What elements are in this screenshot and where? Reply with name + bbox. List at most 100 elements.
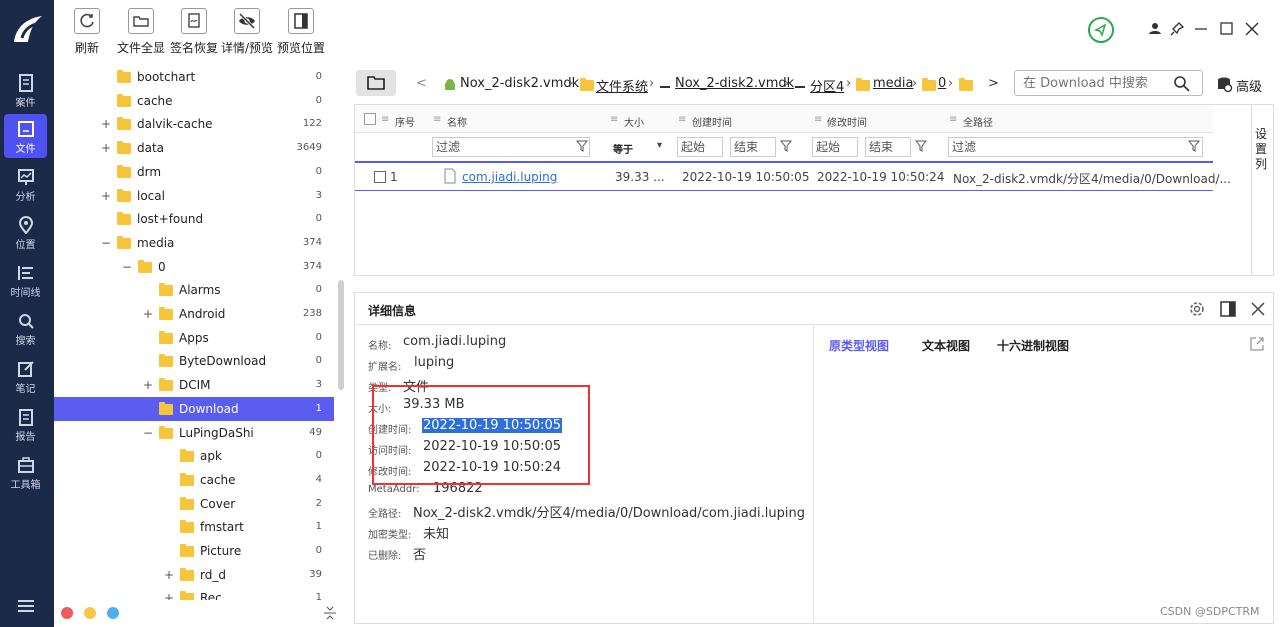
tree-item-picture[interactable]: Picture 0 [54, 539, 334, 563]
tree-item-drm[interactable]: drm 0 [54, 160, 334, 184]
tree-item-cache[interactable]: cache 0 [54, 89, 334, 113]
nav-case[interactable]: 案件 [4, 68, 47, 112]
tab-hex-view[interactable]: 十六进制视图 [997, 337, 1069, 354]
collapse-icon[interactable]: − [121, 255, 133, 279]
filter-icon[interactable] [915, 140, 927, 152]
col-name[interactable]: 名称 [447, 114, 467, 129]
select-all-checkbox[interactable] [364, 113, 376, 125]
collapse-icon[interactable]: − [100, 231, 112, 255]
tree-item-cache[interactable]: cache 4 [54, 468, 334, 492]
nav-report[interactable]: 报告 [4, 402, 47, 446]
expand-icon[interactable]: + [100, 112, 112, 136]
filter-icon[interactable] [1188, 140, 1200, 152]
tab-text-view[interactable]: 文本视图 [922, 337, 970, 354]
tree-item-dcim[interactable]: + DCIM 3 [54, 373, 334, 397]
nav-analysis[interactable]: 分析 [4, 162, 47, 206]
maximize-icon[interactable] [1216, 18, 1238, 40]
tree-item-0[interactable]: − 0 374 [54, 255, 334, 279]
refresh-button[interactable]: 刷新 [74, 8, 100, 56]
sync-status-icon[interactable] [1087, 16, 1115, 44]
pin-icon[interactable] [1166, 18, 1188, 40]
search-box[interactable] [1014, 70, 1203, 96]
col-modified[interactable]: 修改时间 [827, 114, 867, 129]
tree-item-apk[interactable]: apk 0 [54, 444, 334, 468]
expand-icon[interactable]: + [142, 373, 154, 397]
label-encrypt: 加密类型: [368, 530, 412, 541]
col-created[interactable]: 创建时间 [692, 114, 732, 129]
minimize-icon[interactable] [1190, 18, 1212, 40]
expand-icon[interactable]: + [163, 563, 175, 587]
expand-all-button[interactable]: 文件全显 [117, 8, 165, 56]
created-start-input[interactable]: 起始 [677, 137, 723, 157]
tree-scrollbar[interactable] [338, 280, 344, 390]
nav-timeline[interactable]: 时间线 [4, 258, 47, 302]
back-icon[interactable]: < [416, 76, 427, 91]
breadcrumb-disk[interactable]: Nox_2-disk2.vmdk [460, 76, 579, 91]
preview-position-button[interactable]: 预览位置 [277, 8, 325, 56]
tree-item-android[interactable]: + Android 238 [54, 302, 334, 326]
filter-icon[interactable] [780, 140, 792, 152]
tree-item-apps[interactable]: Apps 0 [54, 326, 334, 350]
expand-icon[interactable]: + [142, 302, 154, 326]
expand-icon[interactable]: + [100, 136, 112, 160]
advanced-button[interactable]: 高级 [1236, 76, 1262, 95]
breadcrumb-filesystem[interactable]: 文件系统 [596, 76, 648, 95]
forward-icon[interactable]: > [988, 76, 999, 91]
modified-start-input[interactable]: 起始 [812, 137, 858, 157]
search-icon[interactable] [1173, 75, 1191, 93]
folder-view-button[interactable] [356, 70, 396, 96]
tree-item-bootchart[interactable]: bootchart 0 [54, 65, 334, 89]
tree-item-rd-d[interactable]: + rd_d 39 [54, 563, 334, 587]
row-checkbox[interactable] [374, 171, 386, 183]
path-filter-input[interactable]: 过滤 [948, 137, 1203, 157]
modified-end-input[interactable]: 结束 [865, 137, 911, 157]
close-icon[interactable] [1249, 300, 1267, 318]
external-link-icon[interactable] [1249, 336, 1265, 352]
breadcrumb-disk2[interactable]: Nox_2-disk2.vmdk [675, 76, 794, 91]
collapse-icon[interactable] [324, 606, 336, 620]
nav-file[interactable]: 文件 [4, 114, 47, 158]
breadcrumb-0[interactable]: 0 [938, 76, 946, 91]
close-window-icon[interactable] [1241, 18, 1263, 40]
gear-icon[interactable] [1188, 300, 1206, 318]
nav-location[interactable]: 位置 [4, 210, 47, 254]
nav-toolbox[interactable]: 工具箱 [4, 450, 47, 494]
tree-item-lupingdashi[interactable]: − LuPingDaShi 49 [54, 421, 334, 445]
set-columns-button[interactable]: 设置列 [1255, 127, 1271, 172]
tree-item-download[interactable]: Download 1 [54, 396, 334, 421]
panel-right-icon[interactable] [1219, 300, 1237, 318]
filter-icon[interactable] [576, 140, 588, 152]
detail-preview-button[interactable]: 详情/预览 [221, 8, 273, 56]
tab-raw-type-view[interactable]: 原类型视图 [829, 337, 889, 354]
tree-item-data[interactable]: + data 3649 [54, 136, 334, 160]
col-size[interactable]: 大小 [624, 114, 644, 129]
tree-item-media[interactable]: − media 374 [54, 231, 334, 255]
breadcrumb-media[interactable]: media [873, 76, 914, 91]
tree-item-dalvik-cache[interactable]: + dalvik-cache 122 [54, 112, 334, 136]
name-filter-input[interactable]: 过滤 [432, 137, 590, 157]
table-row[interactable]: 1 com.jiadi.luping 39.33 ... 2022-10-19 … [355, 163, 1231, 191]
search-input[interactable] [1023, 75, 1163, 91]
col-index[interactable]: 序号 [395, 114, 415, 129]
tree-item-fmstart[interactable]: fmstart 1 [54, 515, 334, 539]
tree-item-alarms[interactable]: Alarms 0 [54, 278, 334, 302]
tree-item-cover[interactable]: Cover 2 [54, 492, 334, 516]
created-end-input[interactable]: 结束 [730, 137, 776, 157]
tree-item-local[interactable]: + local 3 [54, 184, 334, 208]
sign-restore-button[interactable]: 签名恢复 [170, 8, 218, 56]
breadcrumb-partition[interactable]: 分区4 [810, 76, 844, 95]
tree-item-lost-found[interactable]: lost+found 0 [54, 207, 334, 231]
expand-icon[interactable]: + [100, 184, 112, 208]
menu-icon[interactable] [18, 600, 34, 612]
tree-item-bytedownload[interactable]: ByteDownload 0 [54, 349, 334, 373]
expand-icon[interactable]: + [163, 586, 175, 600]
chevron-down-icon[interactable]: ▾ [657, 140, 662, 151]
nav-search[interactable]: 搜索 [4, 306, 47, 350]
col-fullpath[interactable]: 全路径 [963, 114, 993, 129]
row-name-link[interactable]: com.jiadi.luping [462, 170, 557, 184]
tree-item-rec[interactable]: + Rec 1 [54, 586, 334, 600]
nav-note[interactable]: 笔记 [4, 354, 47, 398]
user-icon[interactable] [1144, 18, 1166, 40]
collapse-icon[interactable]: − [142, 421, 154, 445]
size-operator-select[interactable]: 等于 [613, 141, 633, 156]
